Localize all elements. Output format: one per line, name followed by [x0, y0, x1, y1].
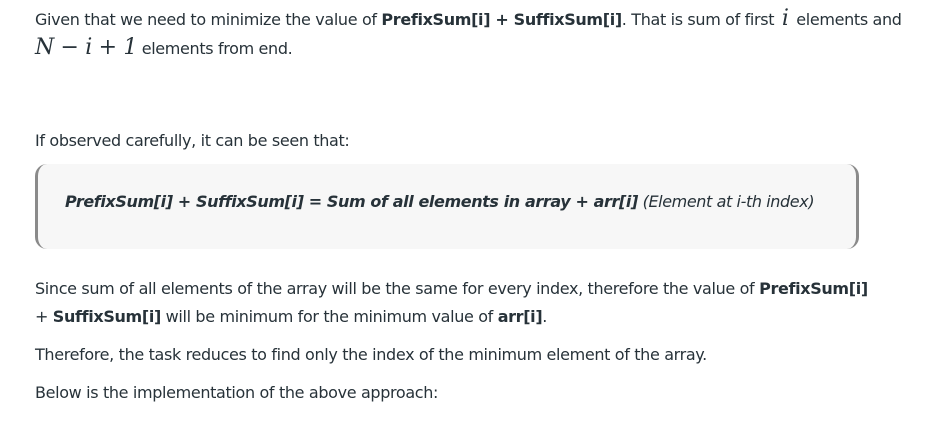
explanation-bold-suffixsum: SuffixSum[i] — [52, 307, 161, 326]
explanation-period: . — [542, 307, 548, 326]
task-reduction-paragraph: Therefore, the task reduces to find only… — [35, 345, 707, 364]
explanation-paragraph: Since sum of all elements of the array w… — [35, 275, 868, 331]
intro-paragraph: Given that we need to minimize the value… — [35, 5, 902, 63]
intro-text-start: Given that we need to minimize the value… — [35, 10, 382, 29]
explanation-line1: Since sum of all elements of the array w… — [35, 279, 760, 298]
intro-text-middle: . That is sum of first — [621, 10, 779, 29]
intro-text-end: elements from end. — [136, 39, 293, 58]
intro-text-after: elements and — [791, 10, 902, 29]
formula-note: (Element at i-th index) — [637, 192, 815, 211]
intro-bold-expression: PrefixSum[i] + SuffixSum[i] — [381, 10, 622, 29]
explanation-bold-arr: arr[i] — [497, 307, 543, 326]
explanation-line2: will be minimum for the minimum value of — [160, 307, 498, 326]
math-variable-i: i — [781, 6, 789, 31]
explanation-plus: + — [35, 307, 53, 326]
formula-bold: PrefixSum[i] + SuffixSum[i] = Sum of all… — [65, 192, 638, 211]
implementation-intro-paragraph: Below is the implementation of the above… — [35, 383, 439, 402]
formula-blockquote: PrefixSum[i] + SuffixSum[i] = Sum of all… — [35, 164, 859, 249]
observation-paragraph: If observed carefully, it can be seen th… — [35, 131, 350, 150]
explanation-bold-prefixsum: PrefixSum[i] — [759, 279, 868, 298]
formula-text: PrefixSum[i] + SuffixSum[i] = Sum of all… — [65, 190, 815, 214]
math-expression: N − i + 1 — [35, 35, 137, 60]
